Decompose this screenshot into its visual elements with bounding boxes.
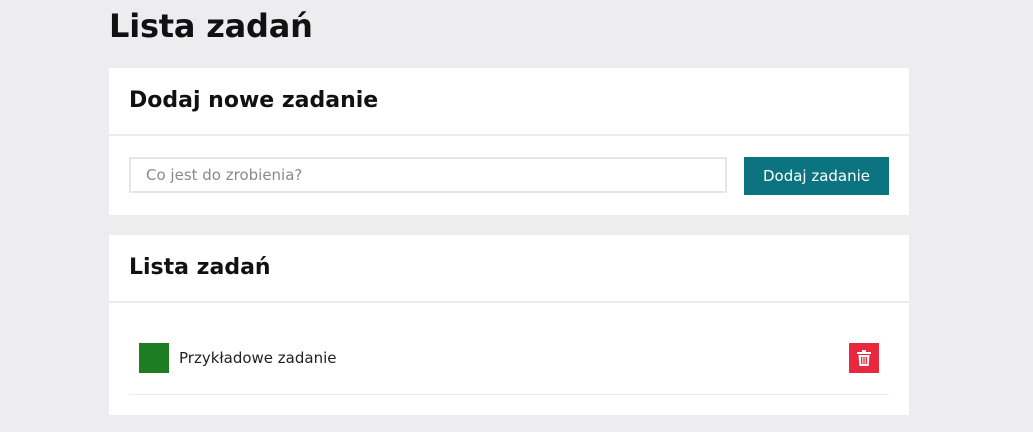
page-title: Lista zadań xyxy=(109,7,313,45)
add-task-card-header: Dodaj nowe zadanie xyxy=(109,68,909,136)
delete-task-button[interactable] xyxy=(849,343,879,373)
add-task-button[interactable]: Dodaj zadanie xyxy=(744,157,889,195)
add-task-card-title: Dodaj nowe zadanie xyxy=(129,88,379,113)
task-row: Przykładowe zadanie xyxy=(129,326,889,395)
task-list-card: Lista zadań Przykładowe zadanie xyxy=(109,235,909,415)
task-list-card-title: Lista zadań xyxy=(129,255,271,280)
task-list-card-header: Lista zadań xyxy=(109,235,909,303)
task-label: Przykładowe zadanie xyxy=(179,349,337,367)
add-task-card: Dodaj nowe zadanie Dodaj zadanie xyxy=(109,68,909,215)
task-done-checkbox[interactable] xyxy=(139,343,169,373)
new-task-input[interactable] xyxy=(129,157,727,193)
trash-icon xyxy=(857,350,871,366)
